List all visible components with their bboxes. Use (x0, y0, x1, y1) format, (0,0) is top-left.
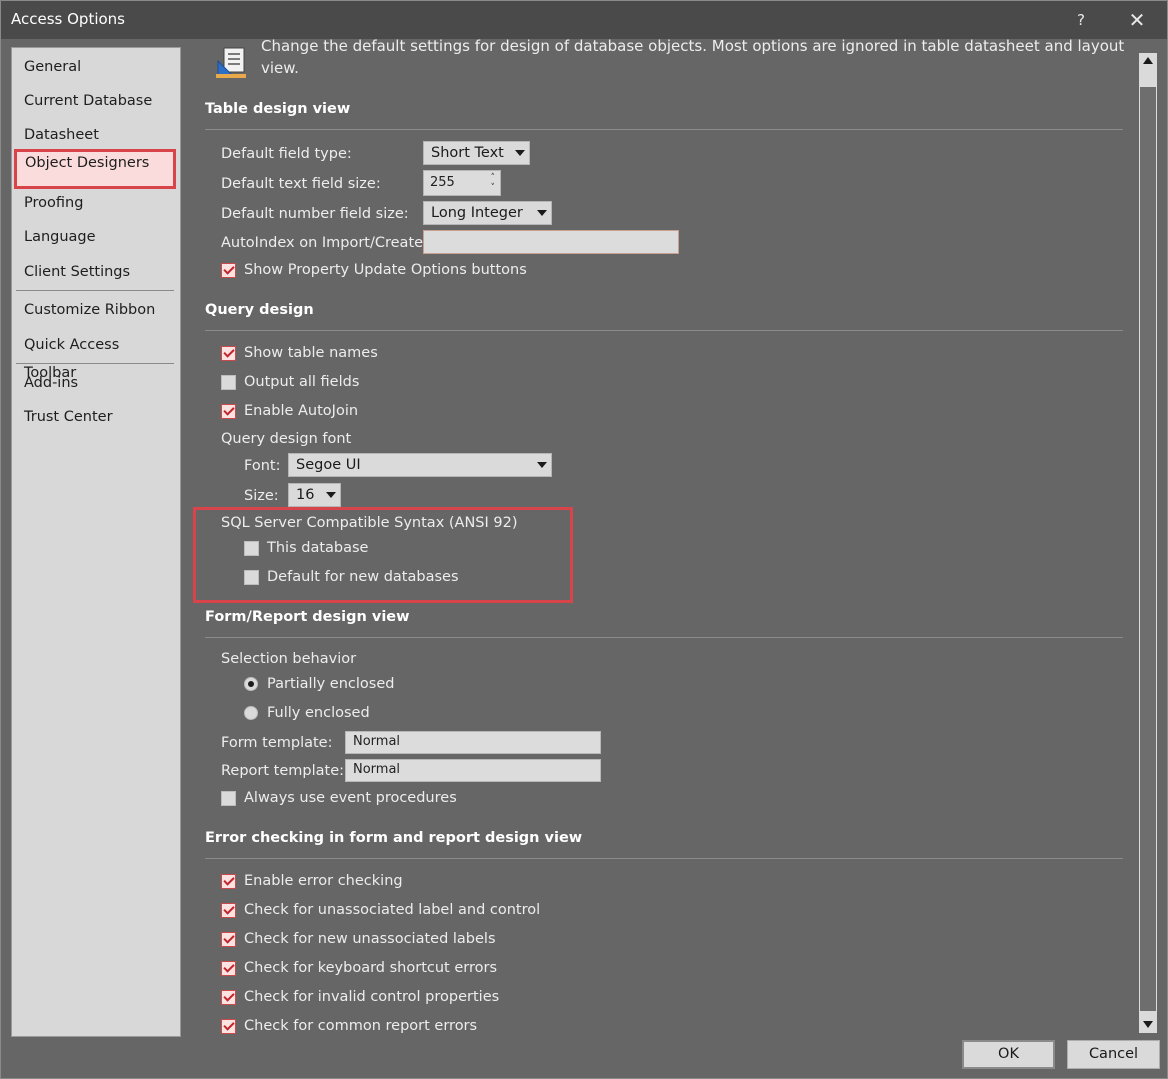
query-font-size-dropdown[interactable]: 16 (288, 483, 341, 507)
invalid-control-properties-label: Check for invalid control properties (244, 989, 500, 1005)
title-bar: Access Options ? ✕ (1, 1, 1167, 39)
spin-up-icon[interactable]: ˄ (491, 173, 496, 183)
section-heading-table-design: Table design view (205, 101, 351, 117)
intro-line-2: view. (261, 59, 299, 77)
form-template-label: Form template: (221, 735, 333, 751)
default-number-size-label: Default number field size: (221, 206, 409, 222)
section-heading-error-checking: Error checking in form and report design… (205, 830, 583, 846)
enable-autojoin-checkbox[interactable] (221, 404, 236, 419)
font-label: Font: (244, 458, 281, 474)
output-all-fields-label: Output all fields (244, 374, 360, 390)
size-label: Size: (244, 488, 279, 504)
show-property-update-label: Show Property Update Options buttons (244, 262, 527, 278)
access-options-dialog: Access Options ? ✕ General Current Datab… (0, 0, 1168, 1079)
section-heading-query-design: Query design (205, 302, 314, 318)
default-new-databases-checkbox[interactable] (244, 570, 259, 585)
query-design-font-label: Query design font (221, 431, 352, 447)
partially-enclosed-radio[interactable] (244, 677, 258, 691)
intro-line-1: Change the default settings for design o… (261, 39, 1125, 55)
nav-item-quick-access-toolbar[interactable]: Quick Access Toolbar (14, 331, 176, 381)
default-text-size-label: Default text field size: (221, 176, 381, 192)
enable-autojoin-label: Enable AutoJoin (244, 403, 359, 419)
default-number-size-value: Long Integer (431, 205, 523, 221)
unassociated-label-checkbox[interactable] (221, 903, 236, 918)
query-font-size-value: 16 (296, 487, 315, 503)
options-content: Change the default settings for design o… (181, 39, 1139, 1035)
ok-button[interactable]: OK (962, 1040, 1055, 1069)
keyboard-shortcut-errors-checkbox[interactable] (221, 961, 236, 976)
nav-item-add-ins[interactable]: Add-ins (14, 369, 176, 397)
section-divider (205, 330, 1123, 331)
fully-enclosed-label: Fully enclosed (267, 705, 370, 721)
spin-down-icon[interactable]: ˅ (491, 183, 496, 193)
nav-item-object-designers[interactable]: Object Designers (14, 149, 176, 189)
form-template-input[interactable]: Normal (345, 731, 601, 754)
nav-item-proofing[interactable]: Proofing (14, 189, 176, 217)
vertical-scrollbar[interactable] (1139, 53, 1157, 1033)
enable-error-checking-checkbox[interactable] (221, 874, 236, 889)
default-new-databases-label: Default for new databases (267, 569, 459, 585)
nav-divider (16, 290, 174, 291)
default-text-size-value: 255 (430, 175, 455, 190)
common-report-errors-label: Check for common report errors (244, 1018, 478, 1034)
selection-behavior-label: Selection behavior (221, 651, 357, 667)
default-text-size-spinner[interactable]: 255 ˄ ˅ (423, 170, 501, 196)
dialog-title: Access Options (11, 10, 125, 28)
nav-item-current-database[interactable]: Current Database (14, 87, 176, 115)
fully-enclosed-radio[interactable] (244, 706, 258, 720)
nav-item-general[interactable]: General (14, 53, 176, 81)
autoindex-input[interactable] (423, 230, 679, 254)
chevron-down-icon (537, 210, 547, 216)
close-icon[interactable]: ✕ (1123, 7, 1151, 33)
scrollbar-thumb[interactable] (1140, 87, 1156, 1011)
nav-item-client-settings[interactable]: Client Settings (14, 258, 176, 286)
this-database-checkbox[interactable] (244, 541, 259, 556)
help-icon[interactable]: ? (1067, 7, 1095, 33)
show-table-names-checkbox[interactable] (221, 346, 236, 361)
keyboard-shortcut-errors-label: Check for keyboard shortcut errors (244, 960, 497, 976)
autoindex-label: AutoIndex on Import/Create: (221, 235, 428, 251)
enable-error-checking-label: Enable error checking (244, 873, 403, 889)
nav-item-datasheet[interactable]: Datasheet (14, 121, 176, 149)
options-nav: General Current Database Datasheet Objec… (11, 47, 181, 1037)
design-tools-icon (216, 47, 246, 78)
chevron-down-icon (515, 150, 525, 156)
partially-enclosed-label: Partially enclosed (267, 676, 395, 692)
scroll-up-icon[interactable] (1143, 57, 1153, 64)
sql-compatible-syntax-label: SQL Server Compatible Syntax (ANSI 92) (221, 515, 518, 531)
default-field-type-dropdown[interactable]: Short Text (423, 141, 530, 165)
always-event-procedures-checkbox[interactable] (221, 791, 236, 806)
default-field-type-label: Default field type: (221, 146, 352, 162)
section-divider (205, 637, 1123, 638)
show-table-names-label: Show table names (244, 345, 378, 361)
nav-divider (16, 363, 174, 364)
nav-item-language[interactable]: Language (14, 223, 176, 251)
scroll-down-icon[interactable] (1143, 1021, 1153, 1028)
default-number-size-dropdown[interactable]: Long Integer (423, 201, 552, 225)
intro-description: Change the default settings for design o… (261, 39, 1139, 79)
report-template-input[interactable]: Normal (345, 759, 601, 782)
this-database-label: This database (267, 540, 369, 556)
new-unassociated-labels-checkbox[interactable] (221, 932, 236, 947)
cancel-button[interactable]: Cancel (1067, 1040, 1160, 1069)
section-divider (205, 129, 1123, 130)
nav-item-trust-center[interactable]: Trust Center (14, 403, 176, 431)
query-font-value: Segoe UI (296, 457, 361, 473)
common-report-errors-checkbox[interactable] (221, 1019, 236, 1034)
output-all-fields-checkbox[interactable] (221, 375, 236, 390)
unassociated-label-label: Check for unassociated label and control (244, 902, 541, 918)
nav-item-customize-ribbon[interactable]: Customize Ribbon (14, 296, 176, 324)
chevron-down-icon (326, 492, 336, 498)
query-font-dropdown[interactable]: Segoe UI (288, 453, 552, 477)
chevron-down-icon (537, 462, 547, 468)
default-field-type-value: Short Text (431, 145, 504, 161)
section-heading-form-report: Form/Report design view (205, 609, 410, 625)
invalid-control-properties-checkbox[interactable] (221, 990, 236, 1005)
show-property-update-checkbox[interactable] (221, 263, 236, 278)
report-template-label: Report template: (221, 763, 345, 779)
section-divider (205, 858, 1123, 859)
always-event-procedures-label: Always use event procedures (244, 790, 457, 806)
new-unassociated-labels-label: Check for new unassociated labels (244, 931, 496, 947)
